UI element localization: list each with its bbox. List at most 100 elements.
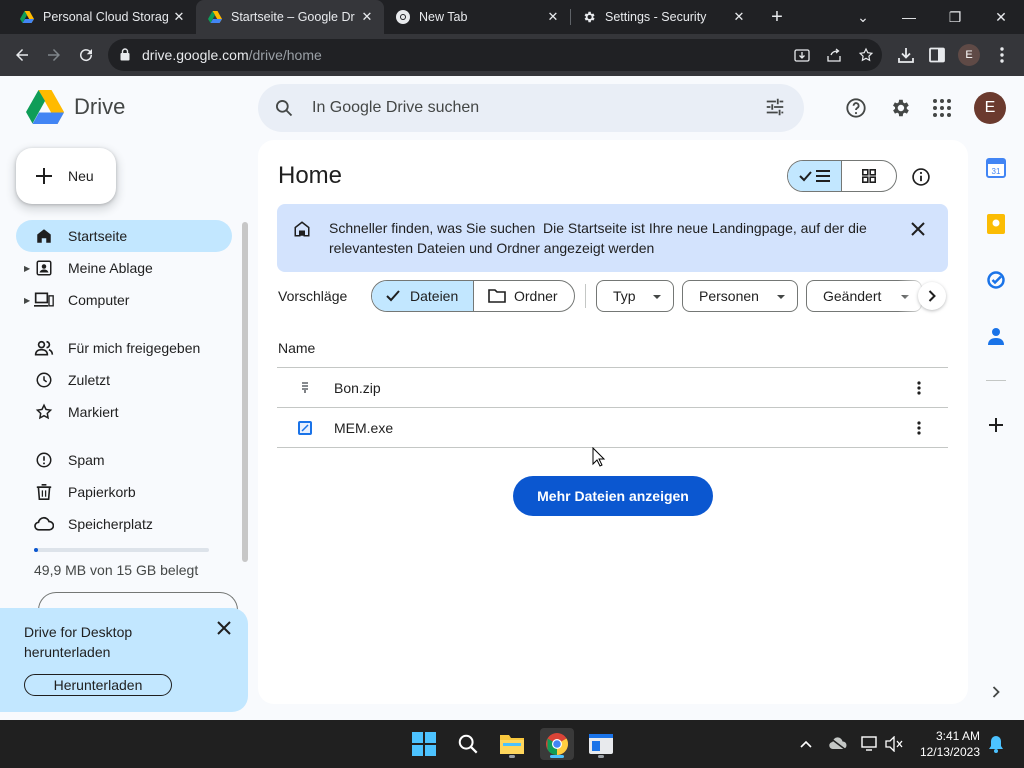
- sidebar-item-startseite[interactable]: Startseite: [16, 220, 232, 252]
- close-tab-icon[interactable]: ✕: [730, 8, 748, 26]
- side-panel-icon[interactable]: [926, 44, 948, 66]
- forward-button[interactable]: [40, 41, 68, 69]
- sidebar-item-speicherplatz[interactable]: Speicherplatz: [16, 508, 232, 540]
- file-row[interactable]: MEM.exe: [277, 408, 948, 448]
- address-bar[interactable]: drive.google.com/drive/home: [108, 39, 882, 71]
- banner-text: Schneller finden, was Sie suchen Die Sta…: [329, 218, 889, 258]
- folder-icon: [500, 735, 524, 754]
- running-indicator: [550, 755, 564, 758]
- chip-label: Geändert: [823, 288, 882, 304]
- download-desktop-button[interactable]: Herunterladen: [24, 674, 172, 696]
- apps-grid-icon[interactable]: [930, 96, 954, 120]
- volume-muted-icon[interactable]: [884, 734, 904, 754]
- browser-tab-personal-cloud[interactable]: Personal Cloud Storag ✕: [0, 0, 196, 34]
- drive-logo[interactable]: Drive: [26, 90, 125, 124]
- share-icon[interactable]: [824, 45, 844, 65]
- clock-icon: [34, 370, 54, 390]
- sidebar-item-label: Startseite: [68, 228, 128, 244]
- close-window-button[interactable]: ✕: [978, 0, 1024, 34]
- filter-divider: [585, 284, 586, 308]
- home-info-banner: Schneller finden, was Sie suchen Die Sta…: [277, 204, 948, 272]
- chrome-taskbar-button[interactable]: [540, 728, 574, 760]
- downloads-icon[interactable]: [895, 44, 917, 66]
- close-icon[interactable]: [214, 618, 234, 638]
- search-bar[interactable]: [258, 84, 804, 132]
- grid-view-button[interactable]: [842, 161, 896, 191]
- account-avatar[interactable]: E: [974, 92, 1006, 124]
- reload-button[interactable]: [72, 41, 100, 69]
- promo-text: Drive for Desktop herunterladen: [24, 624, 133, 660]
- file-row[interactable]: Bon.zip: [277, 368, 948, 408]
- storage-usage-bar: [34, 548, 209, 552]
- restore-button[interactable]: ❐: [932, 0, 978, 34]
- info-icon[interactable]: [910, 166, 932, 188]
- segment-dateien[interactable]: Dateien: [372, 281, 474, 311]
- notification-bell-icon[interactable]: [986, 734, 1006, 754]
- close-tab-icon[interactable]: ✕: [544, 8, 562, 26]
- show-hidden-icons-chevron[interactable]: [796, 734, 816, 754]
- expand-arrow-icon[interactable]: ▶: [24, 296, 30, 305]
- sidebar-item-computer[interactable]: ▶ Computer: [16, 284, 232, 316]
- show-more-files-button[interactable]: Mehr Dateien anzeigen: [513, 476, 713, 516]
- install-app-icon[interactable]: [792, 45, 812, 65]
- browser-menu-icon[interactable]: [991, 44, 1013, 66]
- search-icon[interactable]: [274, 98, 294, 123]
- cloud-sync-icon[interactable]: [828, 734, 848, 754]
- browser-tab-settings-security[interactable]: Settings - Security ✕: [570, 0, 756, 34]
- clock-time: 3:41 AM: [935, 729, 980, 743]
- sidebar-item-shared-with-me[interactable]: Für mich freigegeben: [16, 332, 232, 364]
- sidebar-scrollbar[interactable]: [242, 222, 248, 562]
- sidebar-item-markiert[interactable]: Markiert: [16, 396, 232, 428]
- filter-chip-personen[interactable]: Personen: [682, 280, 798, 312]
- more-actions-icon[interactable]: [909, 418, 929, 438]
- product-name: Drive: [74, 94, 126, 119]
- close-tab-icon[interactable]: ✕: [358, 8, 376, 26]
- taskbar-search-button[interactable]: [451, 728, 485, 760]
- file-name: MEM.exe: [334, 420, 394, 436]
- expand-arrow-icon[interactable]: ▶: [24, 264, 30, 273]
- home-icon: [34, 226, 54, 246]
- close-icon[interactable]: [907, 218, 929, 240]
- browser-profile-avatar[interactable]: E: [958, 44, 980, 66]
- sidebar-item-spam[interactable]: Spam: [16, 444, 232, 476]
- browser-toolbar: drive.google.com/drive/home E: [0, 34, 1024, 76]
- contacts-icon[interactable]: [984, 324, 1008, 348]
- help-icon[interactable]: [844, 96, 868, 120]
- sidebar-item-meine-ablage[interactable]: ▶ Meine Ablage: [16, 252, 232, 284]
- expand-side-panel-icon[interactable]: [984, 680, 1008, 704]
- close-tab-icon[interactable]: ✕: [170, 8, 188, 26]
- list-view-button[interactable]: [788, 161, 843, 191]
- scroll-right-button[interactable]: [918, 282, 946, 310]
- my-drive-icon: [34, 258, 54, 278]
- spam-icon: [34, 450, 54, 470]
- tasks-icon[interactable]: [984, 268, 1008, 292]
- calendar-icon[interactable]: 31: [984, 156, 1008, 180]
- app-taskbar-button[interactable]: [584, 728, 618, 760]
- sidebar-item-zuletzt[interactable]: Zuletzt: [16, 364, 232, 396]
- google-drive-icon: [208, 10, 222, 24]
- settings-gear-icon[interactable]: [888, 96, 912, 120]
- network-icon[interactable]: [860, 734, 880, 754]
- more-actions-icon[interactable]: [909, 378, 929, 398]
- taskbar-clock[interactable]: 3:41 AM 12/13/2023: [912, 728, 980, 760]
- search-input[interactable]: [312, 96, 732, 120]
- start-button[interactable]: [407, 728, 441, 760]
- browser-tab-new-tab[interactable]: New Tab ✕: [384, 0, 570, 34]
- minimize-button[interactable]: —: [886, 0, 932, 34]
- search-options-icon[interactable]: [764, 96, 786, 123]
- add-addon-icon[interactable]: [984, 413, 1008, 437]
- keep-icon[interactable]: [984, 212, 1008, 236]
- new-tab-button[interactable]: +: [764, 4, 790, 30]
- tab-search-icon[interactable]: ⌄: [840, 0, 886, 34]
- browser-tab-startseite[interactable]: Startseite – Google Dr ✕: [196, 0, 384, 34]
- filter-chip-typ[interactable]: Typ: [596, 280, 674, 312]
- column-header-name[interactable]: Name: [278, 340, 315, 356]
- new-button[interactable]: Neu: [16, 148, 116, 204]
- bookmark-star-icon[interactable]: [856, 45, 876, 65]
- file-explorer-button[interactable]: [495, 728, 529, 760]
- sidebar-item-papierkorb[interactable]: Papierkorb: [16, 476, 232, 508]
- segment-ordner[interactable]: Ordner: [474, 281, 574, 311]
- check-icon: [386, 290, 400, 302]
- side-panel-divider: [986, 380, 1006, 381]
- back-button[interactable]: [8, 41, 36, 69]
